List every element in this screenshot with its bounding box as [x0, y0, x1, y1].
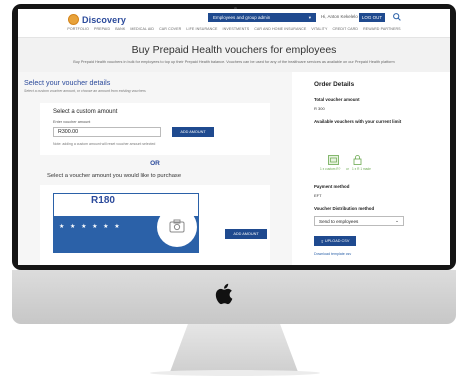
stand-shadow	[150, 370, 320, 376]
voucher-details-title: Select your voucher details	[24, 78, 111, 87]
page-subtitle: Buy Prepaid Health vouchers in bulk for …	[73, 60, 395, 64]
voucher-amount-input[interactable]	[53, 127, 161, 137]
nav-item-portfolio[interactable]: PORTFOLIO	[67, 27, 89, 31]
browser-screen: Discovery Employees and group admin ▾ Hi…	[18, 9, 450, 265]
custom-amount-note: Note: adding a custom amount will reset …	[53, 142, 156, 146]
brand-name: Discovery	[82, 14, 126, 25]
add-voucher-amount-button[interactable]: ADD AMOUNT	[225, 229, 267, 239]
voucher-thumbnail-icon	[328, 155, 339, 165]
employer-menu-button[interactable]: Employees and group admin ▾	[208, 13, 316, 22]
voucher-amount-label: Enter voucher amount	[53, 120, 91, 124]
nav-item-credit-card[interactable]: CREDIT CARD	[332, 27, 358, 31]
nav-item-reward-partners[interactable]: REWARD PARTNERS	[363, 27, 401, 31]
chevron-down-icon: ▾	[308, 14, 311, 20]
custom-amount-title: Select a custom amount	[53, 109, 118, 115]
nav-item-vitality[interactable]: VITALITY	[311, 27, 327, 31]
distribution-method-select[interactable]: Send to employees ⌄	[314, 216, 404, 226]
logout-button[interactable]: LOG OUT	[359, 13, 385, 22]
brand-logo[interactable]: Discovery	[68, 14, 126, 25]
voucher-details-panel: Select your voucher details Select a cus…	[18, 72, 292, 265]
nav-item-prepaid[interactable]: PREPAID	[94, 27, 110, 31]
site-header: Discovery Employees and group admin ▾ Hi…	[18, 9, 450, 37]
employer-menu-label: Employees and group admin	[213, 15, 271, 20]
total-voucher-label: Total voucher amount	[314, 97, 360, 102]
discovery-logo-icon	[68, 14, 79, 25]
available-option-b: 1 x R 1 made	[352, 167, 371, 171]
upload-csv-label: UPLOAD CSV	[324, 239, 350, 243]
page-title: Buy Prepaid Health vouchers for employee…	[131, 44, 337, 56]
voucher-lock-icon	[353, 155, 362, 165]
nav-item-investments[interactable]: INVESTMENTS	[223, 27, 250, 31]
voucher-r180[interactable]: R180 ★ ★ ★ ★ ★ ★	[53, 193, 199, 253]
nav-item-medical-aid[interactable]: MEDICAL AID	[130, 27, 154, 31]
imac-stand	[170, 324, 298, 372]
nav-item-car-cover[interactable]: CAR COVER	[159, 27, 181, 31]
upload-csv-button[interactable]: ⇧ UPLOAD CSV	[314, 236, 356, 246]
apple-logo-icon	[215, 283, 233, 305]
nav-item-bank[interactable]: BANK	[115, 27, 125, 31]
available-option-or: or	[346, 167, 349, 171]
add-custom-amount-button[interactable]: ADD AMOUNT	[172, 127, 214, 137]
download-template-link[interactable]: Download template csv	[314, 252, 351, 256]
distribution-method-value: Send to employees	[319, 218, 359, 224]
chevron-down-icon: ⌄	[395, 218, 399, 223]
voucher-amount: R180	[91, 195, 115, 206]
total-voucher-value: R 300	[314, 106, 325, 111]
available-option-a: 1 x custom R?	[320, 167, 341, 171]
search-icon[interactable]	[392, 12, 402, 22]
main-nav: PORTFOLIO PREPAID BANK MEDICAL AID CAR C…	[18, 27, 450, 31]
payment-method-value: EFT	[314, 193, 322, 198]
or-separator: OR	[150, 160, 160, 167]
existing-voucher-title: Select a voucher amount you would like t…	[47, 173, 182, 179]
custom-amount-card: Select a custom amount Enter voucher amo…	[40, 103, 270, 155]
camera-icon	[169, 219, 185, 233]
user-greeting: Hi, Anton Kekelelo	[321, 14, 358, 19]
voucher-details-subtitle: Select a custom voucher amount, or choos…	[24, 89, 146, 93]
payment-method-label: Payment method	[314, 184, 350, 189]
distribution-method-label: Voucher Distribution method	[314, 206, 375, 211]
title-band: Buy Prepaid Health vouchers for employee…	[18, 38, 450, 72]
order-details-title: Order Details	[314, 81, 355, 88]
nav-item-car-home-insurance[interactable]: CAR AND HOME INSURANCE	[254, 27, 306, 31]
existing-voucher-card: R180 ★ ★ ★ ★ ★ ★ ADD AMOUNT	[40, 185, 270, 265]
order-details-panel: Order Details Total voucher amount R 300…	[292, 72, 450, 265]
available-vouchers-label: Available vouchers with your current lim…	[314, 119, 402, 124]
voucher-stars: ★ ★ ★ ★ ★ ★	[59, 224, 122, 230]
nav-item-life-insurance[interactable]: LIFE INSURANCE	[186, 27, 217, 31]
